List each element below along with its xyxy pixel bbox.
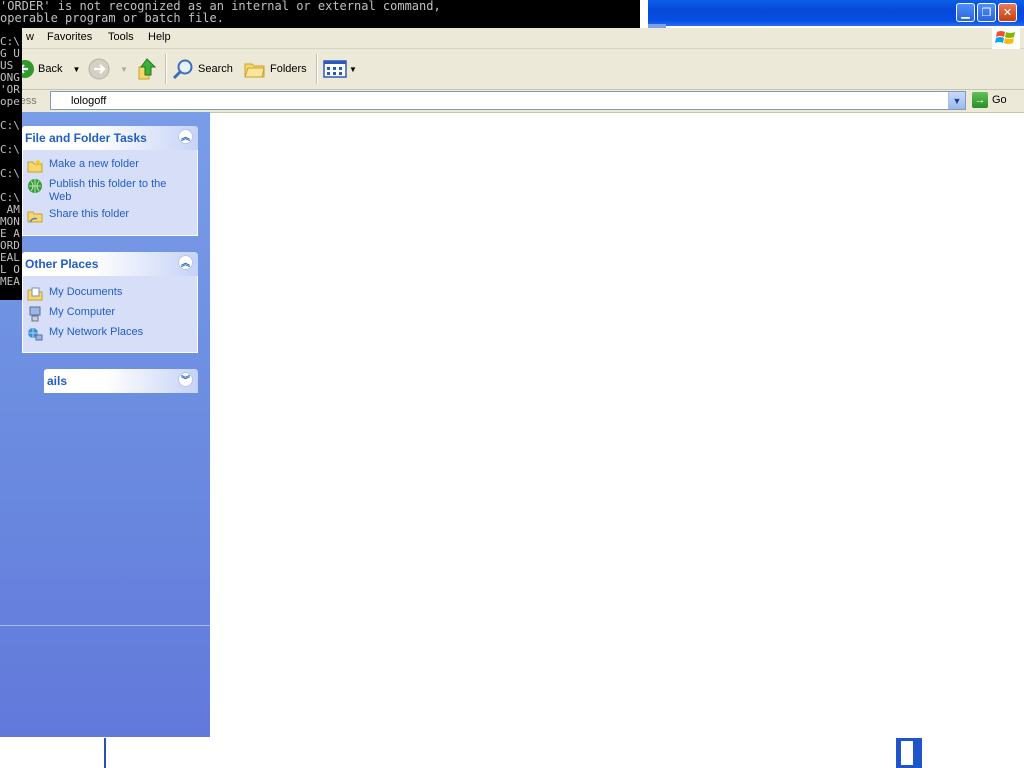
task-label: Make a new folder	[49, 158, 139, 170]
toolbar-separator	[165, 54, 167, 84]
file-folder-tasks-title: File and Folder Tasks	[25, 131, 147, 145]
back-dropdown-icon[interactable]: ▼	[72, 65, 80, 74]
console-line: MEA	[0, 275, 20, 288]
go-button[interactable]: → Go	[972, 92, 1007, 108]
chevron-down-icon: ▼	[952, 95, 962, 106]
place-label: My Computer	[49, 306, 116, 318]
up-folder-button[interactable]	[136, 57, 158, 81]
console-window-edge[interactable]: C:\ G U US ONG 'OR ope C:\ C:\ C:\ C:\ A…	[0, 28, 22, 300]
folders-icon	[244, 63, 265, 78]
menu-bar: w Favorites Tools Help	[0, 27, 1024, 49]
other-places-header[interactable]: Other Places ︽	[22, 252, 198, 276]
my-documents-icon	[27, 287, 43, 301]
back-label: Back	[38, 63, 63, 75]
close-icon: ✕	[1002, 6, 1013, 19]
views-icon	[323, 60, 347, 78]
task-publish-folder[interactable]: Publish this folder to the Web	[27, 178, 174, 204]
restore-icon: ❐	[981, 6, 992, 19]
close-button[interactable]: ✕	[998, 3, 1017, 22]
minimize-button[interactable]: ▁	[956, 3, 975, 22]
new-folder-icon	[27, 159, 43, 173]
go-label: Go	[992, 94, 1007, 106]
menu-favorites[interactable]: Favorites	[47, 31, 92, 43]
windows-logo-icon	[992, 27, 1020, 49]
standard-toolbar: Back ▼ ▼ Search Folders ▼	[0, 49, 1024, 90]
views-button[interactable]: ▼	[323, 57, 357, 81]
folders-button[interactable]: Folders	[244, 57, 307, 81]
task-share-folder[interactable]: Share this folder	[27, 208, 129, 224]
task-label: Publish this folder to the Web	[49, 178, 167, 203]
address-bar: ress lologoff ▼ → Go	[0, 90, 1024, 113]
console-line: C:\	[0, 167, 20, 180]
console-line: ope	[0, 95, 20, 108]
console-line: C:\	[0, 143, 20, 156]
console-line: C:\	[0, 119, 20, 132]
minimize-icon: ▁	[961, 6, 970, 19]
up-folder-icon	[138, 58, 157, 80]
place-label: My Network Places	[49, 326, 144, 338]
forward-button[interactable]: ▼	[88, 57, 128, 81]
go-arrow-icon: →	[972, 92, 988, 108]
console-window[interactable]: 'ORDER' is not recognized as an internal…	[0, 0, 640, 28]
menu-tools[interactable]: Tools	[108, 31, 134, 43]
place-my-documents[interactable]: My Documents	[27, 286, 122, 302]
taskbar-fragment-inner	[901, 741, 913, 765]
views-dropdown-icon[interactable]: ▼	[349, 65, 357, 74]
search-icon	[172, 59, 193, 80]
task-make-new-folder[interactable]: Make a new folder	[27, 158, 139, 174]
toolbar-separator	[316, 54, 318, 84]
menu-help[interactable]: Help	[148, 31, 171, 43]
folders-label: Folders	[270, 63, 307, 75]
window-edge-fragment	[104, 738, 106, 768]
share-folder-icon	[27, 211, 43, 223]
details-header[interactable]: ails ︾	[44, 369, 198, 393]
expand-chevron-icon[interactable]: ︾	[178, 372, 193, 387]
taskbar-fragment	[896, 738, 922, 768]
maximize-button[interactable]: ❐	[977, 3, 996, 22]
publish-web-icon	[28, 179, 42, 193]
pane-divider	[0, 625, 210, 626]
network-places-icon	[28, 328, 43, 341]
forward-dropdown-icon[interactable]: ▼	[120, 65, 128, 74]
forward-arrow-icon	[88, 58, 110, 80]
collapse-chevron-icon[interactable]: ︽	[178, 129, 193, 144]
search-label: Search	[198, 63, 233, 75]
address-value: lologoff	[71, 95, 107, 107]
other-places-panel: My Documents My Computer My Network Plac…	[22, 276, 198, 353]
console-line: operable program or batch file.	[0, 11, 224, 25]
menu-view[interactable]: w	[26, 31, 34, 43]
window-titlebar[interactable]: ▁ ❐ ✕	[648, 0, 1024, 28]
place-my-computer[interactable]: My Computer	[27, 306, 115, 322]
address-input[interactable]: lologoff ▼	[50, 91, 966, 110]
file-folder-tasks-panel: Make a new folder Publish this folder to…	[22, 150, 198, 236]
my-computer-icon	[29, 306, 41, 322]
details-title: ails	[47, 374, 68, 388]
task-pane: File and Folder Tasks ︽ Make a new folde…	[0, 112, 210, 737]
address-dropdown-button[interactable]: ▼	[948, 92, 965, 109]
search-button[interactable]: Search	[172, 57, 233, 81]
other-places-title: Other Places	[25, 257, 99, 271]
place-my-network-places[interactable]: My Network Places	[27, 326, 143, 342]
place-label: My Documents	[49, 286, 123, 298]
back-button[interactable]: Back ▼	[16, 57, 80, 81]
file-folder-tasks-header[interactable]: File and Folder Tasks ︽	[22, 126, 198, 150]
task-label: Share this folder	[49, 208, 130, 220]
collapse-chevron-icon[interactable]: ︽	[178, 255, 193, 270]
